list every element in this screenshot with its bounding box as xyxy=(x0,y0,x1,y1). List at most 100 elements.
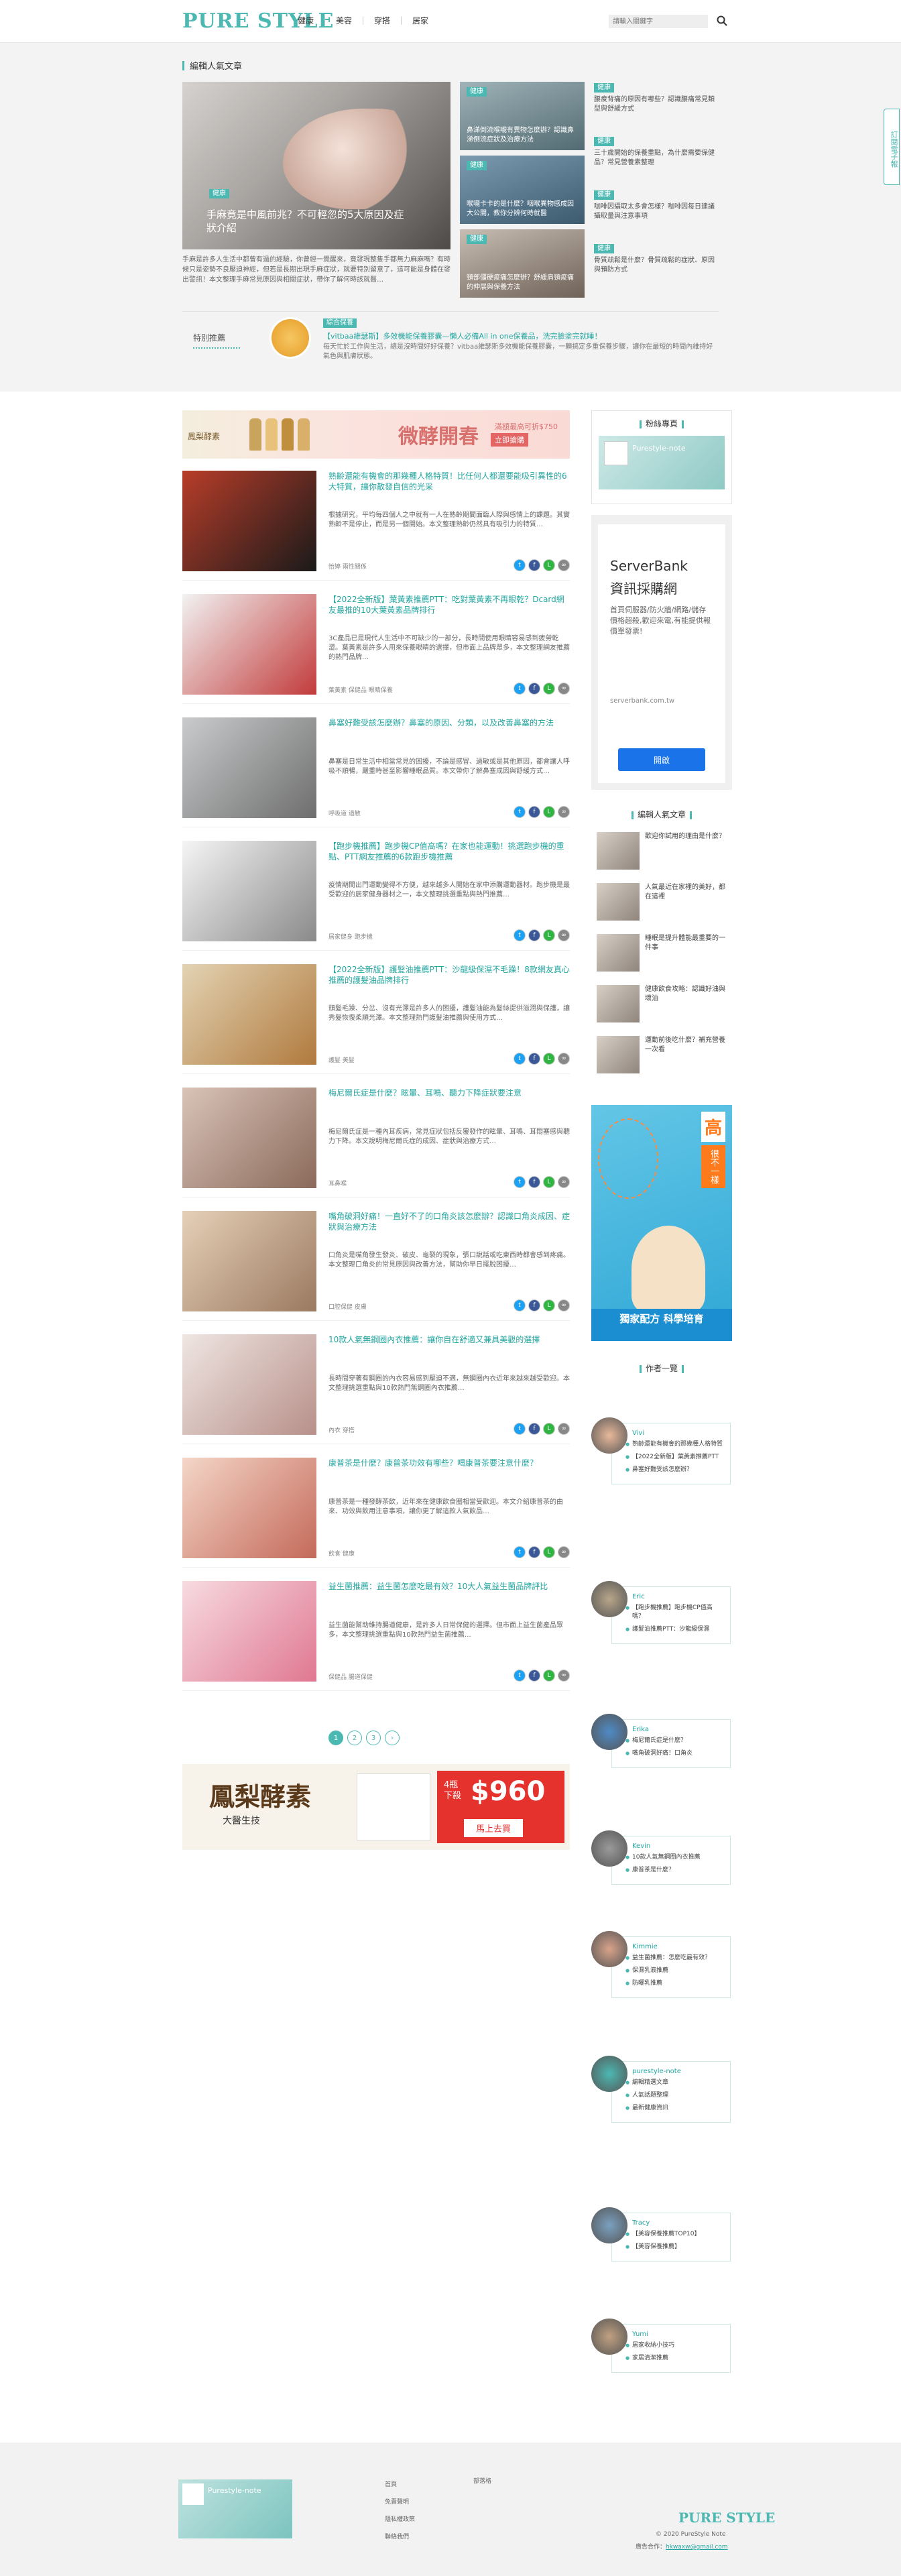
post-item[interactable]: 【2022全新版】護髮油推薦PTT：沙龍級保濕不毛躁！8款網友真心推薦的護髮油品… xyxy=(182,964,570,1074)
facebook-icon[interactable]: f xyxy=(528,806,540,818)
post-thumbnail[interactable] xyxy=(182,841,316,941)
link-icon[interactable]: ∞ xyxy=(558,1670,570,1682)
twitter-icon[interactable]: t xyxy=(514,1546,526,1558)
category-tag[interactable]: 健康 xyxy=(594,244,614,253)
page-1[interactable]: 1 xyxy=(328,1731,343,1745)
nav-fashion[interactable]: 穿搭 xyxy=(363,17,402,25)
facebook-icon[interactable]: f xyxy=(528,1423,540,1435)
newsletter-tab[interactable]: 訂閱電子報 xyxy=(884,109,900,185)
contact-email[interactable]: hkwaxw@gmail.com xyxy=(666,2544,728,2551)
author-article-link[interactable]: 居家收納小技巧 xyxy=(625,2341,723,2350)
promo-banner[interactable]: 鳳梨酵素 微酵開春 滿額最高可折$750 立即搶購 xyxy=(182,410,570,459)
featured-list-item[interactable]: 健康腰痠背痛的原因有哪些？認識腰痛常見類型與舒緩方式 xyxy=(594,82,719,135)
post-item[interactable]: 康普茶是什麼？康普茶功效有哪些？喝康普茶要注意什麼？ 康普茶是一種發酵茶飲，近年來… xyxy=(182,1458,570,1568)
author-avatar[interactable] xyxy=(591,1417,627,1454)
author-avatar[interactable] xyxy=(591,2207,627,2243)
link-icon[interactable]: ∞ xyxy=(558,1546,570,1558)
facebook-icon[interactable]: f xyxy=(528,683,540,695)
author-article-link[interactable]: 康普茶是什麼？ xyxy=(625,1866,723,1875)
author-article-link[interactable]: 【美容保養推薦】 xyxy=(625,2243,723,2251)
featured-main-title[interactable]: 手麻竟是中風前兆？不可輕忽的5大原因及症狀介紹 xyxy=(206,208,408,235)
post-meta[interactable]: 飲食 健康 xyxy=(328,1549,355,1558)
popular-item[interactable]: 歡迎你試用的理由是什麼？ xyxy=(591,827,732,878)
post-title[interactable]: 熟齡還能有機會的那幾種人格特質！比任何人都還要能吸引異性的6大特質，讓你散發自信… xyxy=(328,471,570,504)
post-thumbnail[interactable] xyxy=(182,1334,316,1435)
post-thumbnail[interactable] xyxy=(182,594,316,695)
author-article-link[interactable]: 最新健康資訊 xyxy=(625,2104,723,2113)
line-icon[interactable]: L xyxy=(543,1423,555,1435)
twitter-icon[interactable]: t xyxy=(514,1299,526,1311)
post-thumbnail[interactable] xyxy=(182,964,316,1065)
card-title[interactable]: 鼻涕倒流喉嚨有異物怎麼辦？認識鼻涕倒流症狀及治療方法 xyxy=(467,126,579,145)
footer-link[interactable]: 免責聲明 xyxy=(385,2494,415,2511)
line-icon[interactable]: L xyxy=(543,806,555,818)
popular-thumb[interactable] xyxy=(597,883,640,921)
card-title[interactable]: 頸部僵硬痠痛怎麼辦？舒緩肩頸痠痛的伸展與保養方法 xyxy=(467,274,579,292)
post-meta[interactable]: 內衣 穿搭 xyxy=(328,1425,355,1434)
footer-link[interactable]: 首頁 xyxy=(385,2476,415,2494)
author-article-link[interactable]: 鼻塞好難受該怎麼辦？ xyxy=(625,1466,723,1474)
line-icon[interactable]: L xyxy=(543,1670,555,1682)
post-meta[interactable]: 耳鼻喉 xyxy=(328,1179,347,1187)
popular-title[interactable]: 運動前後吃什麼？補充營養一次看 xyxy=(645,1036,727,1076)
search-icon[interactable] xyxy=(716,15,728,27)
page-3[interactable]: 3 xyxy=(366,1731,381,1745)
item-title[interactable]: 腰痠背痛的原因有哪些？認識腰痛常見類型與舒緩方式 xyxy=(594,95,719,114)
author-article-link[interactable]: 【跑步機推薦】跑步機CP值高嗎？ xyxy=(625,1604,723,1621)
twitter-icon[interactable]: t xyxy=(514,929,526,941)
popular-thumb[interactable] xyxy=(597,934,640,972)
post-title[interactable]: 【跑步機推薦】跑步機CP值高嗎？在家也能運動！挑選跑步機的重點、PTT網友推薦的… xyxy=(328,841,570,874)
category-tag[interactable]: 健康 xyxy=(467,87,487,97)
popular-title[interactable]: 睡眠是提升體能最重要的一件事 xyxy=(645,934,727,974)
link-icon[interactable]: ∞ xyxy=(558,1423,570,1435)
post-meta[interactable]: 保健品 腸道保健 xyxy=(328,1672,373,1681)
post-meta[interactable]: 口腔保健 皮膚 xyxy=(328,1302,367,1311)
popular-item[interactable]: 睡眠是提升體能最重要的一件事 xyxy=(591,929,732,980)
line-icon[interactable]: L xyxy=(543,1546,555,1558)
twitter-icon[interactable]: t xyxy=(514,1053,526,1065)
post-meta[interactable]: 居家健身 跑步機 xyxy=(328,932,373,941)
post-thumbnail[interactable] xyxy=(182,1581,316,1682)
category-tag[interactable]: 綜合保養 xyxy=(323,318,357,328)
author-article-link[interactable]: 熟齡還能有機會的那幾種人格特質 xyxy=(625,1440,723,1449)
post-title[interactable]: 康普茶是什麼？康普茶功效有哪些？喝康普茶要注意什麼？ xyxy=(328,1458,570,1491)
page-next[interactable]: › xyxy=(385,1731,400,1745)
author-article-link[interactable]: 家居清潔推薦 xyxy=(625,2354,723,2363)
card-title[interactable]: 喉嚨卡卡的是什麼？咽喉異物感成因大公開，教你分辨何時就醫 xyxy=(467,200,579,219)
line-icon[interactable]: L xyxy=(543,1053,555,1065)
author-name[interactable]: purestyle-note xyxy=(632,2067,723,2076)
recommend-image[interactable] xyxy=(269,317,311,359)
buy-button[interactable]: 馬上去買 xyxy=(464,1819,524,1837)
link-icon[interactable]: ∞ xyxy=(558,683,570,695)
category-tag[interactable]: 健康 xyxy=(467,235,487,244)
popular-item[interactable]: 人氣最近在家裡的美好，都在這裡 xyxy=(591,878,732,929)
facebook-icon[interactable]: f xyxy=(528,1299,540,1311)
category-tag[interactable]: 健康 xyxy=(594,83,614,93)
featured-list-item[interactable]: 健康 咖啡因攝取太多會怎樣？咖啡因每日建議攝取量與注意事項 xyxy=(594,189,719,243)
featured-list-item[interactable]: 健康 三十歲開始的保養重點，為什麼需要保健品？常見營養素整理 xyxy=(594,135,719,189)
line-icon[interactable]: L xyxy=(543,929,555,941)
post-thumbnail[interactable] xyxy=(182,1458,316,1558)
popular-thumb[interactable] xyxy=(597,1036,640,1073)
post-title[interactable]: 益生菌推薦：益生菌怎麼吃最有效？10大人氣益生菌品牌評比 xyxy=(328,1581,570,1615)
author-article-link[interactable]: 人氣話題整理 xyxy=(625,2091,723,2100)
author-article-link[interactable]: 嘴角破洞好痛！口角炎 xyxy=(625,1749,723,1758)
search-input[interactable] xyxy=(609,15,708,28)
item-title[interactable]: 骨質疏鬆是什麼？骨質疏鬆的症狀、原因與預防方式 xyxy=(594,256,719,275)
post-meta[interactable]: 葉黃素 保健品 眼睛保養 xyxy=(328,685,393,694)
author-avatar[interactable] xyxy=(591,1931,627,1967)
ad-milk[interactable]: 高 很不一樣 獨家配方 科學培育 xyxy=(591,1105,732,1341)
facebook-icon[interactable]: f xyxy=(528,1546,540,1558)
featured-card[interactable]: 健康鼻涕倒流喉嚨有異物怎麼辦？認識鼻涕倒流症狀及治療方法 xyxy=(460,82,585,150)
facebook-icon[interactable]: f xyxy=(528,929,540,941)
post-meta[interactable]: 護髮 美髮 xyxy=(328,1055,355,1064)
featured-card[interactable]: 健康 喉嚨卡卡的是什麼？咽喉異物感成因大公開，教你分辨何時就醫 xyxy=(460,156,585,224)
banner-cta[interactable]: 立即搶購 xyxy=(491,433,528,447)
post-item[interactable]: 梅尼爾氏症是什麼？眩暈、耳鳴、聽力下降症狀要注意 梅尼爾氏症是一種內耳疾病，常見症… xyxy=(182,1088,570,1197)
post-meta[interactable]: 呼吸道 過敏 xyxy=(328,809,361,817)
author-article-link[interactable]: 10款人氣無鋼圈內衣推薦 xyxy=(625,1853,723,1862)
nav-health[interactable]: 健康 xyxy=(287,17,326,25)
twitter-icon[interactable]: t xyxy=(514,806,526,818)
facebook-icon[interactable]: f xyxy=(528,1176,540,1188)
author-name[interactable]: Tracy xyxy=(632,2219,723,2227)
